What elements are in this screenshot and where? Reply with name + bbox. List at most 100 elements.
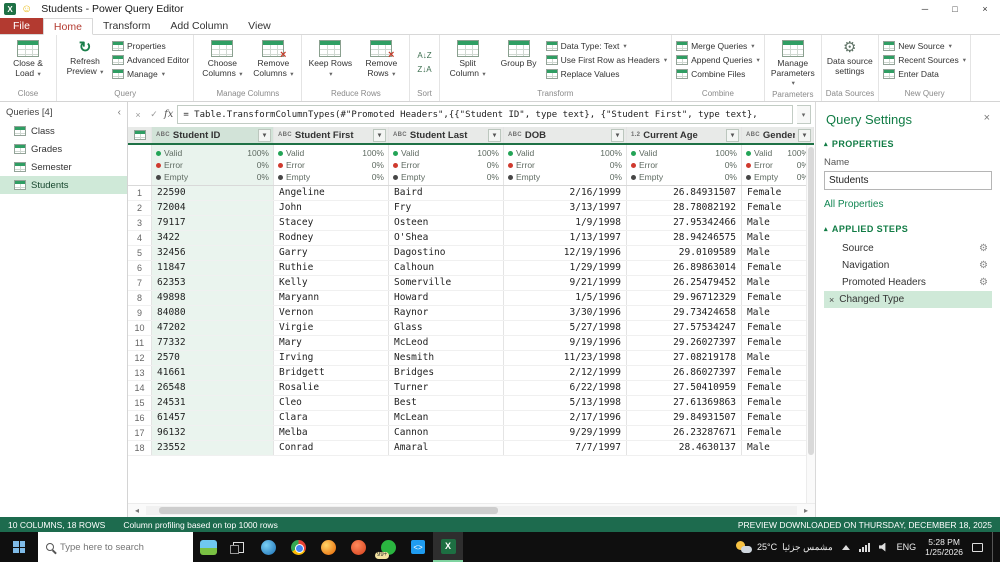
cell[interactable]: McLean — [389, 411, 504, 425]
cell[interactable]: Female — [742, 396, 814, 410]
collapse-pane-icon[interactable]: ‹ — [118, 107, 121, 118]
row-number[interactable]: 18 — [128, 441, 152, 455]
properties-button[interactable]: Properties — [112, 41, 189, 51]
task-view-button[interactable] — [223, 532, 253, 562]
horizontal-scroll-thumb[interactable] — [159, 507, 498, 514]
data-source-settings-button[interactable]: ⚙ Data source settings — [826, 37, 874, 76]
taskbar-app-vscode[interactable]: <> — [403, 532, 433, 562]
cell[interactable]: Maryann — [274, 291, 389, 305]
cell[interactable]: 26.84931507 — [627, 186, 742, 200]
taskbar-app-whatsapp[interactable]: 99+ — [373, 532, 403, 562]
column-header-gender[interactable]: ABC Gender ▾ — [742, 127, 814, 143]
applied-step-navigation[interactable]: Navigation ⚙ — [824, 257, 992, 274]
recent-sources-button[interactable]: Recent Sources ▾ — [883, 55, 966, 65]
column-filter-icon[interactable]: ▾ — [488, 128, 501, 142]
step-settings-gear-icon[interactable]: ⚙ — [979, 277, 988, 288]
cell[interactable]: 2/16/1999 — [504, 186, 627, 200]
cell[interactable]: 29.73424658 — [627, 306, 742, 320]
cell[interactable]: 23552 — [152, 441, 274, 455]
row-number[interactable]: 5 — [128, 246, 152, 260]
cell[interactable]: Female — [742, 366, 814, 380]
row-number[interactable]: 7 — [128, 276, 152, 290]
cell[interactable]: Female — [742, 321, 814, 335]
cell[interactable]: 1/5/1996 — [504, 291, 627, 305]
cell[interactable]: 12/19/1996 — [504, 246, 627, 260]
cell[interactable]: Fry — [389, 201, 504, 215]
cell[interactable]: 1/9/1998 — [504, 216, 627, 230]
column-filter-icon[interactable]: ▾ — [611, 128, 624, 142]
cell[interactable]: Male — [742, 441, 814, 455]
tab-file[interactable]: File — [0, 18, 43, 34]
row-number[interactable]: 16 — [128, 411, 152, 425]
cell[interactable]: Calhoun — [389, 261, 504, 275]
cancel-formula-icon[interactable]: × — [132, 110, 144, 120]
cell[interactable]: Baird — [389, 186, 504, 200]
row-number[interactable]: 4 — [128, 231, 152, 245]
group-by-button[interactable]: Group By — [495, 37, 543, 69]
query-item-semester[interactable]: Semester — [0, 158, 127, 176]
cell[interactable]: Male — [742, 351, 814, 365]
column-filter-icon[interactable]: ▾ — [373, 128, 386, 142]
cell[interactable]: Dagostino — [389, 246, 504, 260]
applied-step-promoted-headers[interactable]: Promoted Headers ⚙ — [824, 274, 992, 291]
cell[interactable]: Male — [742, 231, 814, 245]
remove-columns-button[interactable]: Remove Columns ▾ — [249, 37, 297, 79]
formula-input[interactable]: = Table.TransformColumnTypes(#"Promoted … — [177, 105, 793, 124]
formula-expand-icon[interactable]: ▾ — [797, 105, 811, 124]
minimize-button[interactable]: ─ — [910, 0, 940, 18]
cell[interactable]: 29.0109589 — [627, 246, 742, 260]
start-button[interactable] — [0, 532, 38, 562]
cell[interactable]: 26.25479452 — [627, 276, 742, 290]
cell[interactable]: Raynor — [389, 306, 504, 320]
column-type-icon[interactable]: ABC — [278, 132, 292, 138]
cell[interactable]: Female — [742, 201, 814, 215]
row-number[interactable]: 10 — [128, 321, 152, 335]
taskbar-app-brave[interactable] — [343, 532, 373, 562]
cell[interactable]: 79117 — [152, 216, 274, 230]
applied-step-changed-type[interactable]: × Changed Type — [824, 291, 992, 308]
cell[interactable]: 77332 — [152, 336, 274, 350]
taskbar-app-edge[interactable] — [253, 532, 283, 562]
manage-button[interactable]: Manage ▾ — [112, 69, 189, 79]
enter-data-button[interactable]: Enter Data — [883, 69, 966, 79]
cell[interactable]: 27.50410959 — [627, 381, 742, 395]
cell[interactable]: 27.08219178 — [627, 351, 742, 365]
split-column-button[interactable]: Split Column ▾ — [444, 37, 492, 79]
cell[interactable]: 26.23287671 — [627, 426, 742, 440]
cell[interactable]: 84080 — [152, 306, 274, 320]
column-header-dob[interactable]: ABC DOB ▾ — [504, 127, 627, 143]
cell[interactable]: Irving — [274, 351, 389, 365]
properties-section-header[interactable]: ▴ PROPERTIES — [824, 139, 992, 149]
row-number[interactable]: 12 — [128, 351, 152, 365]
cell[interactable]: Cleo — [274, 396, 389, 410]
cell[interactable]: Female — [742, 261, 814, 275]
cell[interactable]: 9/29/1999 — [504, 426, 627, 440]
manage-parameters-button[interactable]: Manage Parameters ▾ — [769, 37, 817, 89]
weather-widget[interactable]: 25°C مشمس جزئيا — [736, 541, 833, 553]
cell[interactable]: 3/13/1997 — [504, 201, 627, 215]
cell[interactable]: Male — [742, 276, 814, 290]
taskbar-app-excel[interactable]: X — [433, 532, 463, 562]
cell[interactable]: Howard — [389, 291, 504, 305]
action-center-icon[interactable] — [972, 542, 983, 552]
advanced-editor-button[interactable]: Advanced Editor — [112, 55, 189, 65]
search-input[interactable] — [60, 541, 192, 553]
cell[interactable]: 26.86027397 — [627, 366, 742, 380]
cell[interactable]: Bridgett — [274, 366, 389, 380]
cell[interactable]: Turner — [389, 381, 504, 395]
column-filter-icon[interactable]: ▾ — [258, 128, 271, 142]
cell[interactable]: Kelly — [274, 276, 389, 290]
close-and-load-button[interactable]: Close & Load ▾ — [4, 37, 52, 79]
close-panel-icon[interactable]: × — [984, 112, 990, 124]
choose-columns-button[interactable]: Choose Columns ▾ — [198, 37, 246, 79]
column-header-student-last[interactable]: ABC Student Last ▾ — [389, 127, 504, 143]
taskbar-clock[interactable]: 5:28 PM 1/25/2026 — [925, 537, 963, 557]
cell[interactable]: 24531 — [152, 396, 274, 410]
cell[interactable]: Conrad — [274, 441, 389, 455]
cell[interactable]: 9/19/1996 — [504, 336, 627, 350]
taskbar-app-firefox[interactable] — [313, 532, 343, 562]
cell[interactable]: Amaral — [389, 441, 504, 455]
all-properties-link[interactable]: All Properties — [824, 199, 992, 210]
cell[interactable]: 72004 — [152, 201, 274, 215]
cell[interactable]: 27.57534247 — [627, 321, 742, 335]
